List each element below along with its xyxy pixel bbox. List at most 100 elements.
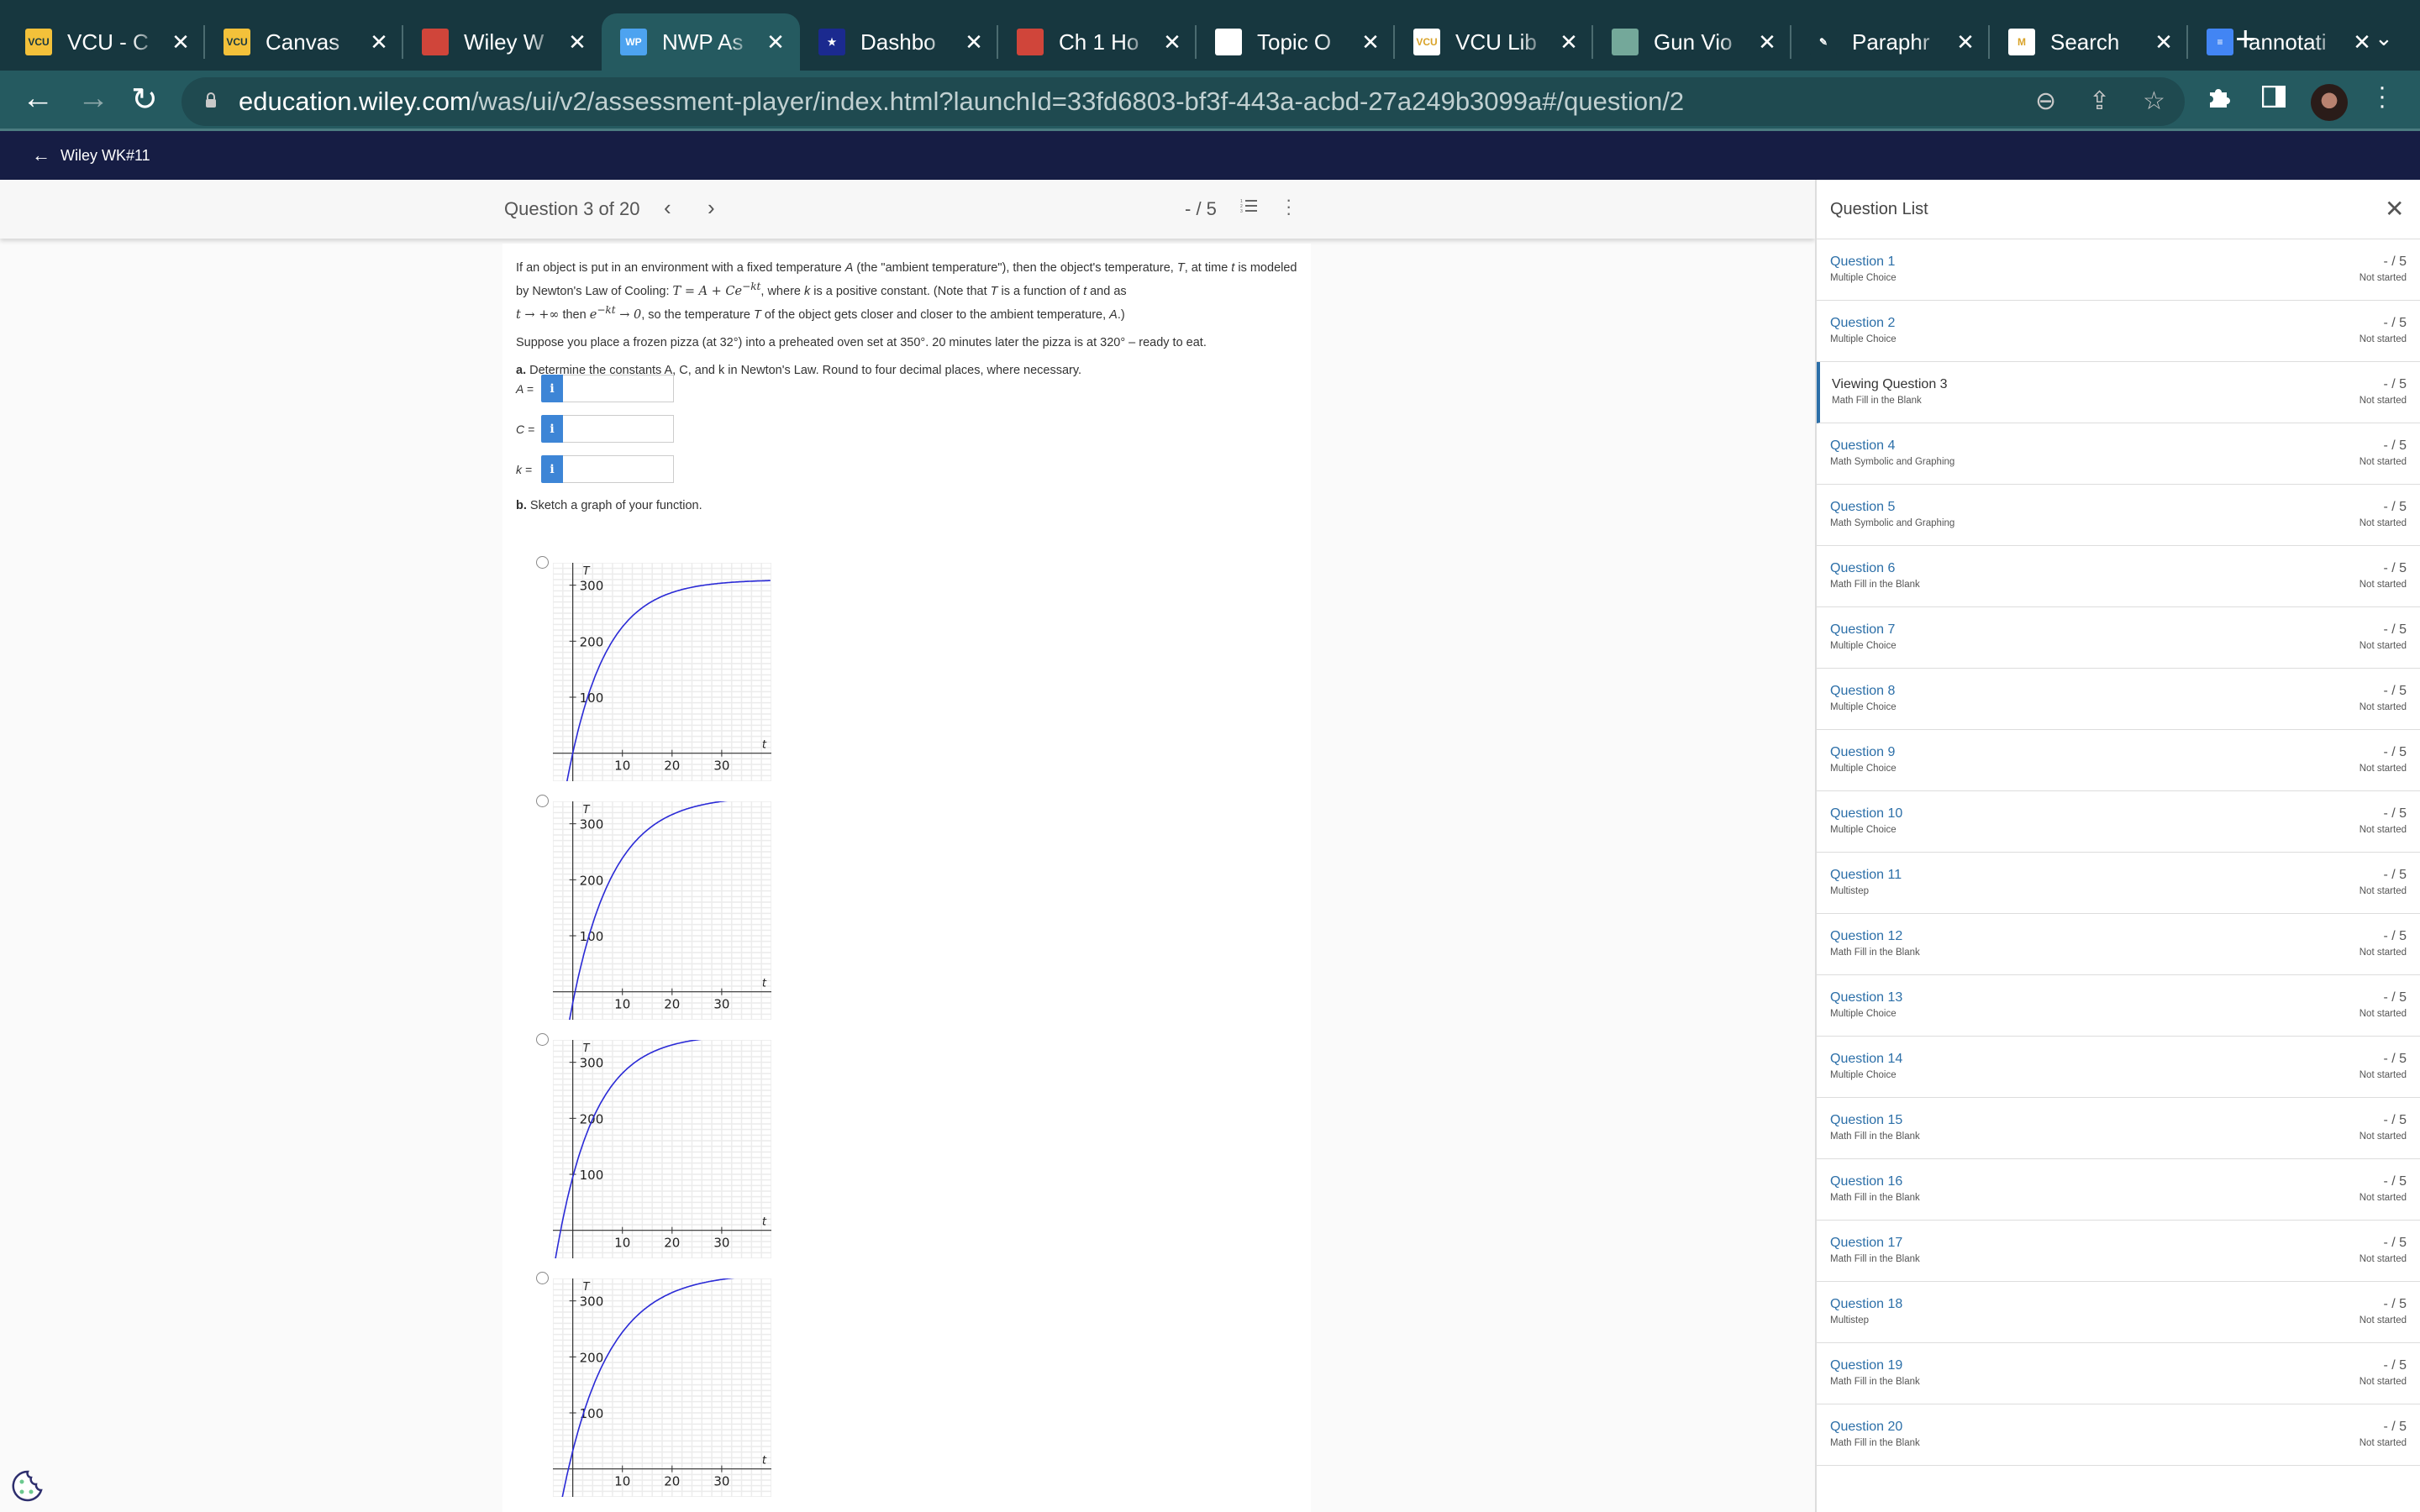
choice-radio[interactable] bbox=[536, 1033, 549, 1046]
constant-C-input[interactable] bbox=[563, 415, 674, 443]
question-type: Math Fill in the Blank bbox=[1830, 948, 1920, 958]
y-axis-label: T bbox=[583, 565, 591, 578]
choice-radio[interactable] bbox=[536, 795, 549, 807]
question-list-item[interactable]: Question 2 Multiple Choice - / 5 Not starte… bbox=[1817, 301, 2420, 362]
grid bbox=[553, 563, 771, 781]
info-icon[interactable]: i bbox=[541, 455, 563, 483]
question-list-item[interactable]: Question 16 Math Fill in the Blank - / 5 No… bbox=[1817, 1159, 2420, 1221]
question-list-item[interactable]: Question 8 Multiple Choice - / 5 Not starte… bbox=[1817, 669, 2420, 730]
question-name: Question 5 bbox=[1830, 500, 1896, 514]
graph-choice-1[interactable]: 10 20 30 100 200 300 Tt bbox=[536, 556, 788, 791]
scenario-text: Suppose you place a frozen pizza (at 32°… bbox=[516, 335, 1207, 349]
browser-tab[interactable]: VCU VCU - C ✕ bbox=[7, 13, 205, 71]
tab-close-icon[interactable]: ✕ bbox=[366, 29, 392, 55]
field-C-label: C = bbox=[516, 422, 535, 436]
browser-tab[interactable]: Gun Vio ✕ bbox=[1593, 13, 1791, 71]
constant-A-input[interactable] bbox=[563, 375, 674, 402]
side-panel-icon[interactable] bbox=[2261, 85, 2286, 114]
browser-tab[interactable]: VCU Canvas ✕ bbox=[205, 13, 403, 71]
close-icon[interactable]: ✕ bbox=[2385, 195, 2404, 223]
tab-separator bbox=[203, 25, 205, 59]
browser-tab[interactable]: VCU VCU Lib ✕ bbox=[1395, 13, 1593, 71]
question-list-item[interactable]: Question 9 Multiple Choice - / 5 Not starte… bbox=[1817, 730, 2420, 791]
more-options-icon[interactable]: · · · bbox=[1286, 191, 1292, 223]
question-list-item[interactable]: Question 10 Multiple Choice - / 5 Not start… bbox=[1817, 791, 2420, 853]
question-list-item[interactable]: Question 5 Math Symbolic and Graphing - / … bbox=[1817, 485, 2420, 546]
question-score: - / 5 bbox=[1185, 198, 1217, 219]
question-score: - / 5 bbox=[2383, 377, 2407, 391]
reload-icon[interactable]: ↻ bbox=[131, 81, 158, 118]
x-tick-label: 30 bbox=[713, 997, 729, 1012]
question-status: Not started bbox=[2359, 1377, 2407, 1387]
tab-close-icon[interactable]: ✕ bbox=[565, 29, 590, 55]
y-axis-label: T bbox=[583, 804, 591, 816]
profile-avatar[interactable] bbox=[2311, 84, 2348, 121]
chrome-menu-icon[interactable]: · · · bbox=[2378, 75, 2386, 118]
cookie-settings-icon[interactable] bbox=[10, 1468, 45, 1504]
question-content: If an object is put in an environment wi… bbox=[502, 244, 1311, 1512]
extensions-puzzle-icon[interactable] bbox=[2207, 84, 2232, 116]
question-list-item[interactable]: Question 7 Multiple Choice - / 5 Not starte… bbox=[1817, 607, 2420, 669]
choice-radio[interactable] bbox=[536, 1272, 549, 1284]
url-text[interactable]: education.wiley.com/was/ui/v2/assessment… bbox=[239, 87, 1684, 117]
zoom-out-icon[interactable]: ⊖ bbox=[2035, 87, 2056, 116]
question-list-item[interactable]: Question 12 Math Fill in the Blank - / 5 No… bbox=[1817, 914, 2420, 975]
share-icon[interactable]: ⇪ bbox=[2089, 87, 2110, 116]
browser-tab[interactable]: Topic O ✕ bbox=[1197, 13, 1395, 71]
info-icon[interactable]: i bbox=[541, 415, 563, 443]
address-bar[interactable]: education.wiley.com/was/ui/v2/assessment… bbox=[182, 77, 2185, 126]
y-tick-label: 200 bbox=[580, 1350, 604, 1365]
question-list-item[interactable]: Question 19 Math Fill in the Blank - / 5 No… bbox=[1817, 1343, 2420, 1404]
info-icon[interactable]: i bbox=[541, 375, 563, 402]
tab-close-icon[interactable]: ✕ bbox=[1358, 29, 1383, 55]
browser-tab[interactable]: Wiley W ✕ bbox=[403, 13, 602, 71]
tab-separator bbox=[1195, 25, 1197, 59]
choice-radio[interactable] bbox=[536, 556, 549, 569]
question-list-item[interactable]: Question 20 Math Fill in the Blank - / 5 No… bbox=[1817, 1404, 2420, 1466]
bookmark-star-icon[interactable]: ☆ bbox=[2143, 87, 2165, 116]
graph-choice-2[interactable]: 10 20 30 100 200 300 Tt bbox=[536, 795, 788, 1030]
question-list-item[interactable]: Question 13 Multiple Choice - / 5 Not start… bbox=[1817, 975, 2420, 1037]
y-tick-label: 300 bbox=[580, 579, 604, 594]
browser-tab[interactable]: ★ Dashbo ✕ bbox=[800, 13, 998, 71]
browser-tab[interactable]: Ch 1 Ho ✕ bbox=[998, 13, 1197, 71]
tab-close-icon[interactable]: ✕ bbox=[2349, 29, 2375, 55]
constant-k-input[interactable] bbox=[563, 455, 674, 483]
previous-question-chevron-icon[interactable]: ‹ bbox=[664, 195, 671, 221]
browser-tab[interactable]: ✎ Paraphr ✕ bbox=[1791, 13, 1990, 71]
question-list-item[interactable]: Question 18 Multistep - / 5 Not started bbox=[1817, 1282, 2420, 1343]
next-question-chevron-icon[interactable]: › bbox=[708, 195, 715, 221]
question-list-item[interactable]: Question 17 Math Fill in the Blank - / 5 No… bbox=[1817, 1221, 2420, 1282]
tab-close-icon[interactable]: ✕ bbox=[168, 29, 193, 55]
back-arrow-icon[interactable]: ← bbox=[22, 81, 54, 117]
graph-choice-3[interactable]: 10 20 30 100 200 300 Tt bbox=[536, 1033, 788, 1268]
question-list-item[interactable]: Question 15 Math Fill in the Blank - / 5 No… bbox=[1817, 1098, 2420, 1159]
tab-close-icon[interactable]: ✕ bbox=[1953, 29, 1978, 55]
question-list-item[interactable]: Viewing Question 3 Math Fill in the Blank… bbox=[1817, 362, 2420, 423]
question-list-item[interactable]: Question 11 Multistep - / 5 Not started bbox=[1817, 853, 2420, 914]
tab-close-icon[interactable]: ✕ bbox=[763, 29, 788, 55]
question-list-item[interactable]: Question 4 Math Symbolic and Graphing - / … bbox=[1817, 423, 2420, 485]
question-name: Question 11 bbox=[1830, 868, 1902, 882]
tab-close-icon[interactable]: ✕ bbox=[1160, 29, 1185, 55]
browser-tab[interactable]: M Search ✕ bbox=[1990, 13, 2188, 71]
question-list-item[interactable]: Question 14 Multiple Choice - / 5 Not start… bbox=[1817, 1037, 2420, 1098]
question-list-item[interactable]: Question 1 Multiple Choice - / 5 Not starte… bbox=[1817, 239, 2420, 301]
new-tab-button[interactable]: + bbox=[2235, 18, 2256, 59]
browser-tab[interactable]: ≡ annotati ✕ bbox=[2188, 13, 2386, 71]
field-A-label: A = bbox=[516, 381, 534, 396]
tab-close-icon[interactable]: ✕ bbox=[2151, 29, 2176, 55]
tab-search-chevron-icon[interactable]: ⌄ bbox=[2375, 25, 2393, 51]
back-to-assignment-link[interactable]: ← Wiley WK#11 bbox=[32, 144, 150, 166]
question-status: Not started bbox=[2359, 702, 2407, 712]
tab-close-icon[interactable]: ✕ bbox=[961, 29, 986, 55]
browser-tab[interactable]: WP NWP As ✕ bbox=[602, 13, 800, 71]
question-list-item[interactable]: Question 6 Math Fill in the Blank - / 5 Not… bbox=[1817, 546, 2420, 607]
forward-arrow-icon[interactable]: → bbox=[77, 81, 109, 117]
tab-close-icon[interactable]: ✕ bbox=[1556, 29, 1581, 55]
question-list-icon[interactable]: 1 2 3 bbox=[1240, 198, 1257, 213]
question-status: Not started bbox=[2359, 1438, 2407, 1448]
tab-close-icon[interactable]: ✕ bbox=[1754, 29, 1780, 55]
graph-choice-4[interactable]: 10 20 30 100 200 300 Tt bbox=[536, 1272, 788, 1507]
x-tick-label: 20 bbox=[664, 1474, 680, 1489]
